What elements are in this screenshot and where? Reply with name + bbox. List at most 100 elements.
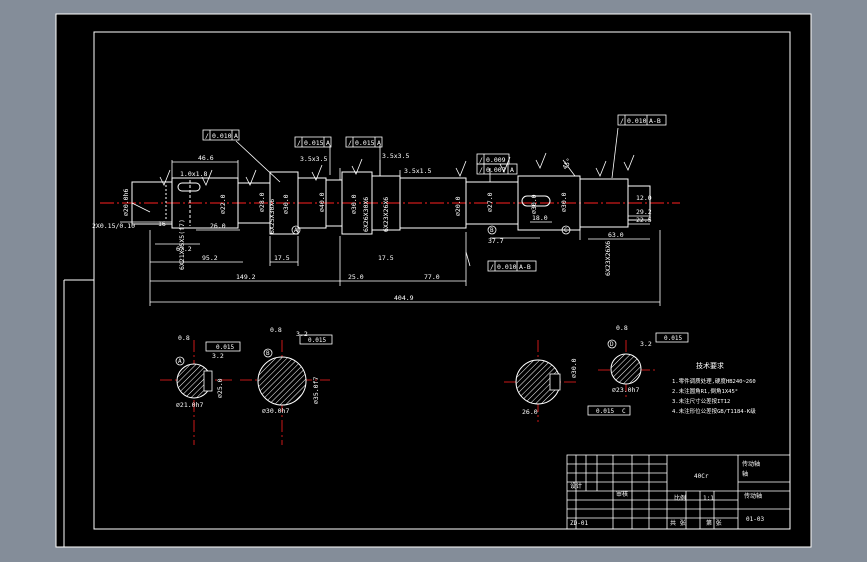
- callout-2: 6X25X30X6: [268, 199, 276, 234]
- dim-35x35a: 3.5x3.5: [300, 155, 327, 163]
- notes-line-3: 3.未注尺寸公差按IT12: [672, 397, 730, 405]
- dim-175b: 17.5: [378, 254, 394, 262]
- tb-material: 40Cr: [694, 473, 709, 480]
- frame-symbol: /: [620, 117, 624, 125]
- dia-5: ⌀40.0: [318, 192, 326, 212]
- section-a-r2: 3.2: [212, 352, 224, 360]
- tb-code2: 比例: [674, 494, 686, 502]
- frame-value: 0.010: [627, 117, 647, 125]
- cad-drawing: / 0.010 A / 0.015 A / 0.015 A / 0.009 / …: [0, 0, 867, 562]
- dim-10x18: 1.0x1.8: [180, 170, 207, 178]
- tb-code1: ZD-01: [570, 520, 588, 527]
- section-d-dimw: ⌀23.0h7: [612, 386, 639, 394]
- section-b-dimh: ⌀35.0f7: [312, 377, 320, 404]
- section-a-keyway: [203, 370, 213, 392]
- frame-value: 0.015: [355, 139, 375, 147]
- frame-symbol: /: [205, 132, 209, 140]
- dim-770: 77.0: [424, 273, 440, 281]
- dim-16: 16: [158, 220, 166, 228]
- tb-code6: 第 张: [706, 519, 722, 527]
- dim-225: 22.5: [636, 216, 652, 224]
- frame-symbol: /: [479, 156, 483, 164]
- notes-line-1: 1.零件调质处理,硬度HB240~260: [672, 377, 756, 385]
- dim-250: 25.0: [348, 273, 364, 281]
- frame-ref: A: [377, 139, 381, 147]
- tolerance-frame-2: / 0.015 A: [294, 136, 332, 148]
- dim-120: 12.0: [636, 194, 652, 202]
- dim-292: 29.2: [636, 208, 652, 216]
- callout-5: 6X23X26X6: [604, 241, 612, 276]
- tb-label2: 传动轴: [744, 492, 762, 500]
- dia-1: ⌀20.0h6: [122, 189, 130, 216]
- dim-260: 26.0: [210, 222, 226, 230]
- frame-symbol: /: [348, 139, 352, 147]
- tolerance-frame-7: / 0.010 A-B: [487, 260, 537, 272]
- frame-value: 0.015: [304, 139, 324, 147]
- section-b-r2: 3.2: [296, 330, 308, 338]
- section-a-dimh: ⌀25.0: [216, 378, 224, 398]
- frame-symbol: /: [490, 263, 494, 271]
- section-a-label: A: [178, 358, 182, 365]
- tb-code5: 共 张: [670, 519, 686, 527]
- section-b-dimw: ⌀30.0h7: [262, 407, 289, 415]
- section-b-rough: 0.8: [270, 326, 282, 334]
- frame-ref: A-B: [519, 263, 531, 271]
- frame-symbol: /: [297, 139, 301, 147]
- notes-title: 技术要求: [696, 361, 724, 370]
- dim-630: 63.0: [608, 231, 624, 239]
- section-b-circle: [257, 356, 307, 406]
- frame-ref: A: [326, 139, 330, 147]
- dim-4049: 404.9: [394, 294, 414, 302]
- section-d-label: D: [610, 341, 614, 348]
- datum-label-b: B: [490, 227, 494, 234]
- datum-label-c: C: [564, 227, 568, 234]
- dim-180: 18.0: [532, 214, 548, 222]
- frame-value: 0.009: [486, 156, 506, 164]
- frame-ref: A-B: [649, 117, 661, 125]
- section-d-circle: [610, 353, 642, 385]
- notes-line-2: 2.未注圆角R1,倒角1X45°: [672, 387, 738, 395]
- frame-value: 0.007: [486, 166, 506, 174]
- dia-6: ⌀30.0: [350, 194, 358, 214]
- tb-drawing-name: 传动轴: [742, 460, 760, 468]
- dia-3: ⌀28.0: [258, 192, 266, 212]
- tb-code3: 设计: [570, 482, 582, 490]
- tolerance-frame-6: / 0.010 A-B: [617, 114, 667, 126]
- dia-10: ⌀30.0: [530, 194, 538, 214]
- callout-4: 6X23X26X6: [382, 197, 390, 232]
- callout-thread: 2X0.15/0.10: [92, 222, 135, 230]
- section-d-r2: 3.2: [640, 340, 652, 348]
- tb-label1: 轴: [742, 470, 748, 478]
- dim-175a: 17.5: [274, 254, 290, 262]
- section-b-sym: 0.015: [308, 337, 326, 344]
- tolerance-frame-1: / 0.010 A: [202, 129, 240, 141]
- notes-line-4: 4.未注形位公差按GB/T1184-K级: [672, 407, 756, 415]
- section-c-ref: C: [622, 408, 626, 415]
- tolerance-frame-3: / 0.015 A: [345, 136, 383, 148]
- frame-symbol: /: [479, 166, 483, 174]
- section-b-label: B: [266, 350, 270, 357]
- dim-952: 95.2: [202, 254, 218, 262]
- frame-ref: A: [234, 132, 238, 140]
- section-d-sym: 0.015: [664, 335, 682, 342]
- dim-1492: 149.2: [236, 273, 256, 281]
- dim-35x35b: 3.5x3.5: [382, 152, 409, 160]
- section-a-rough: 0.8: [178, 334, 190, 342]
- tb-scale: 1:1: [703, 495, 714, 502]
- dia-4: ⌀30.0: [282, 194, 290, 214]
- dia-9: ⌀30.0: [560, 192, 568, 212]
- section-c-dimw: 26.0: [522, 408, 538, 416]
- frame-value: 0.010: [212, 132, 232, 140]
- callout-1: 6X21X25X5(f7): [178, 219, 186, 270]
- dim-377: 37.7: [488, 237, 504, 245]
- tb-code7: 01-03: [746, 516, 764, 523]
- section-c-flat: [549, 373, 561, 391]
- dim-35x15: 3.5x1.5: [404, 167, 431, 175]
- dia-8: ⌀20.0: [454, 196, 462, 216]
- section-a-dimw: ⌀21.0h7: [176, 401, 203, 409]
- datum-label-a: A: [294, 227, 298, 234]
- dim-466: 46.6: [198, 154, 214, 162]
- tolerance-frame-4: / 0.009: [476, 153, 510, 165]
- dia-7: ⌀27.0: [486, 192, 494, 212]
- dia-2: ⌀22.0: [219, 194, 227, 214]
